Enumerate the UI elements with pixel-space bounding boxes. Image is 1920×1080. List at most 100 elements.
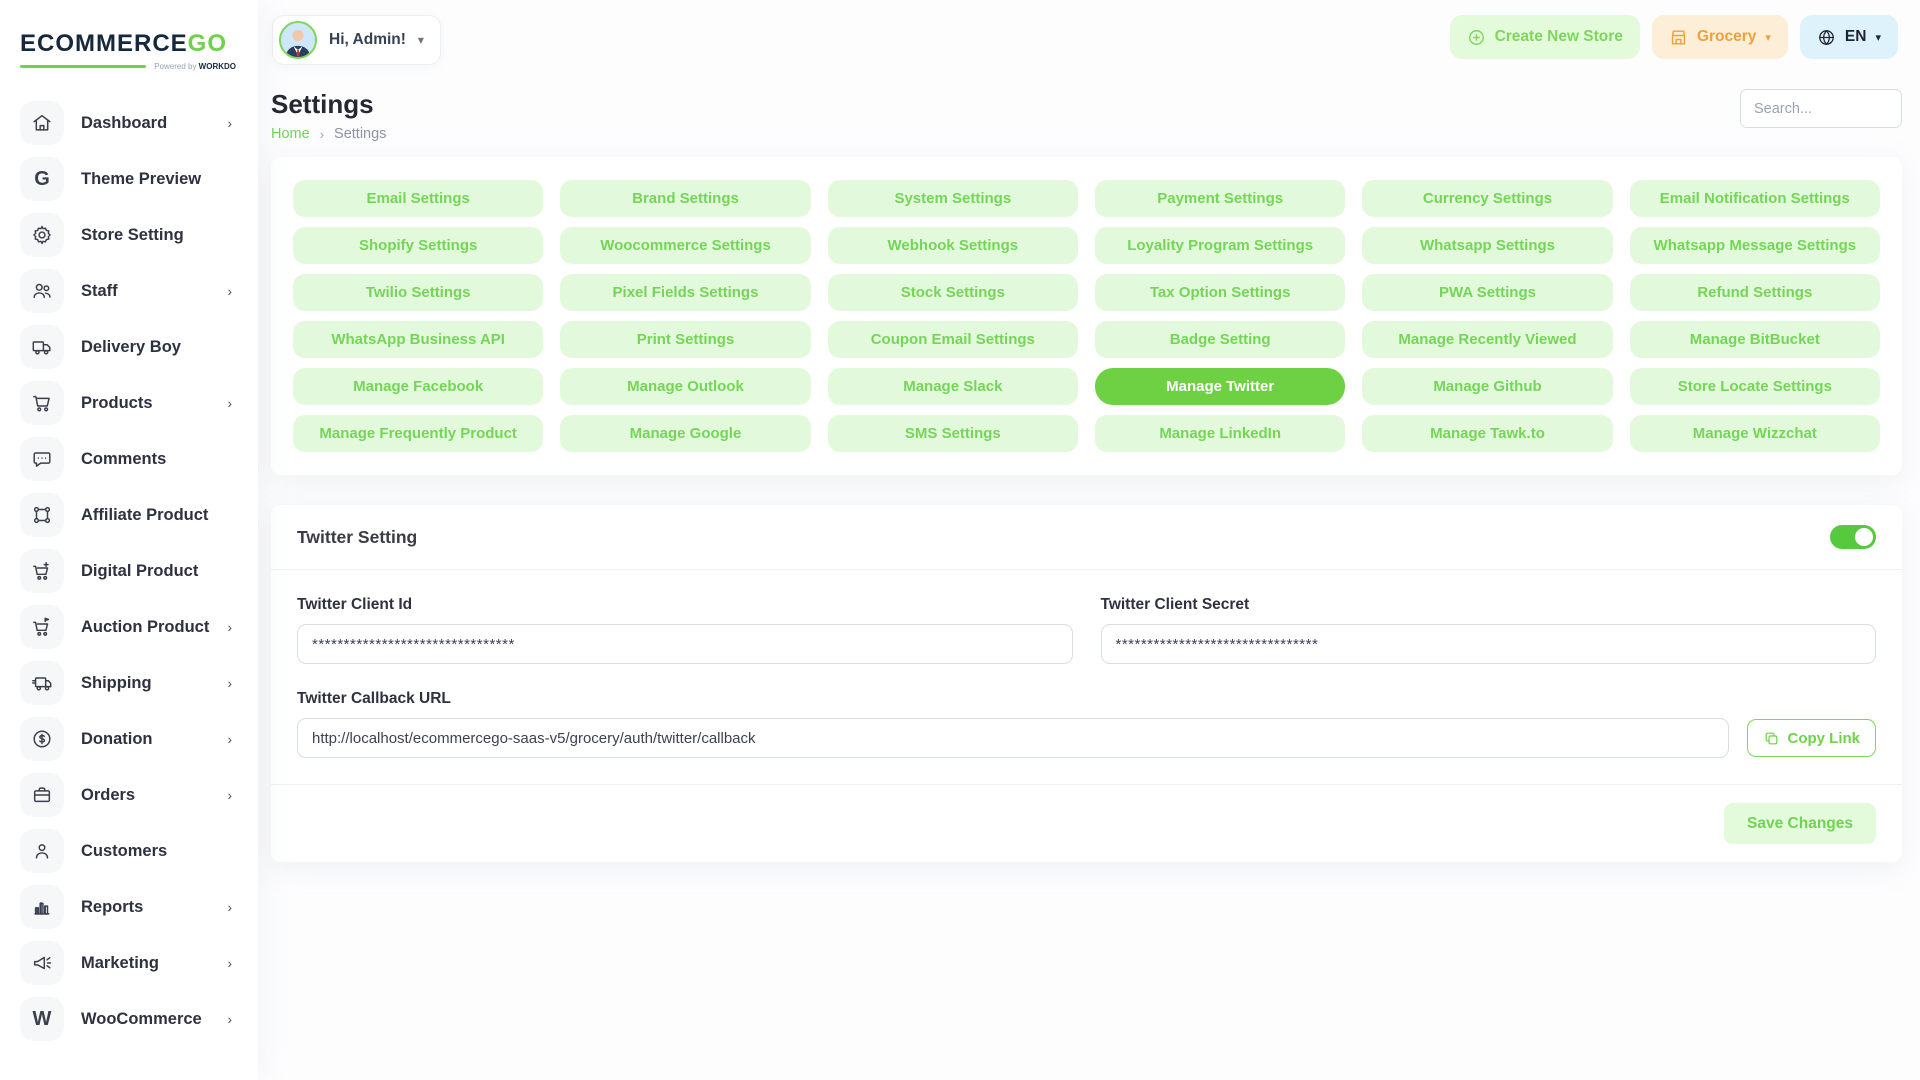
user-menu[interactable]: Hi, Admin! ▾	[272, 15, 441, 65]
settings-tab-manage-linkedin[interactable]: Manage LinkedIn	[1095, 415, 1345, 452]
sidebar-item-customers[interactable]: Customers	[0, 823, 258, 879]
breadcrumb-separator: ›	[320, 127, 324, 142]
sidebar-item-affiliate-product[interactable]: Affiliate Product	[0, 487, 258, 543]
settings-tab-manage-recently-viewed[interactable]: Manage Recently Viewed	[1362, 321, 1612, 358]
breadcrumb-current: Settings	[334, 126, 386, 142]
page-title: Settings	[271, 89, 386, 120]
language-label: EN	[1845, 28, 1867, 46]
settings-tab-whatsapp-settings[interactable]: Whatsapp Settings	[1362, 227, 1612, 264]
sidebar-item-comments[interactable]: Comments	[0, 431, 258, 487]
sidebar-item-orders[interactable]: Orders ›	[0, 767, 258, 823]
settings-tab-brand-settings[interactable]: Brand Settings	[560, 180, 810, 217]
sidebar-item-dashboard[interactable]: Dashboard ›	[0, 95, 258, 151]
copy-link-button[interactable]: Copy Link	[1747, 719, 1876, 757]
settings-tab-woocommerce-settings[interactable]: Woocommerce Settings	[560, 227, 810, 264]
settings-tab-sms-settings[interactable]: SMS Settings	[828, 415, 1078, 452]
users-icon	[20, 269, 64, 313]
theme-preview-icon: G	[20, 157, 64, 201]
chevron-right-icon: ›	[227, 1011, 232, 1027]
settings-tab-tax-option-settings[interactable]: Tax Option Settings	[1095, 274, 1345, 311]
breadcrumb-home-link[interactable]: Home	[271, 126, 310, 142]
search-input[interactable]	[1740, 89, 1902, 128]
settings-tab-manage-google[interactable]: Manage Google	[560, 415, 810, 452]
settings-tab-manage-github[interactable]: Manage Github	[1362, 368, 1612, 405]
settings-tab-payment-settings[interactable]: Payment Settings	[1095, 180, 1345, 217]
brand-logo[interactable]: ECOMMERCEGO Powered by WORKDO	[0, 22, 258, 89]
save-changes-button[interactable]: Save Changes	[1724, 803, 1876, 844]
settings-tab-manage-slack[interactable]: Manage Slack	[828, 368, 1078, 405]
sidebar-item-label: WooCommerce	[81, 1010, 202, 1029]
language-selector-button[interactable]: EN ▾	[1800, 15, 1898, 59]
sidebar-item-marketing[interactable]: Marketing ›	[0, 935, 258, 991]
settings-tab-manage-outlook[interactable]: Manage Outlook	[560, 368, 810, 405]
settings-tab-coupon-email-settings[interactable]: Coupon Email Settings	[828, 321, 1078, 358]
settings-tab-loyality-program-settings[interactable]: Loyality Program Settings	[1095, 227, 1345, 264]
settings-tab-twilio-settings[interactable]: Twilio Settings	[293, 274, 543, 311]
shipping-truck-icon	[20, 661, 64, 705]
settings-tab-email-notification-settings[interactable]: Email Notification Settings	[1630, 180, 1880, 217]
sidebar-item-reports[interactable]: Reports ›	[0, 879, 258, 935]
sidebar-item-products[interactable]: Products ›	[0, 375, 258, 431]
settings-tab-whatsapp-business-api[interactable]: WhatsApp Business API	[293, 321, 543, 358]
callback-url-input[interactable]	[297, 718, 1729, 758]
settings-tab-manage-frequently-product[interactable]: Manage Frequently Product	[293, 415, 543, 452]
sidebar-item-label: Affiliate Product	[81, 506, 208, 525]
settings-tab-pwa-settings[interactable]: PWA Settings	[1362, 274, 1612, 311]
settings-tab-manage-wizzchat[interactable]: Manage Wizzchat	[1630, 415, 1880, 452]
store-selector-button[interactable]: Grocery ▾	[1652, 15, 1788, 59]
sidebar-item-shipping[interactable]: Shipping ›	[0, 655, 258, 711]
sidebar-item-digital-product[interactable]: Digital Product	[0, 543, 258, 599]
sidebar-item-label: Donation	[81, 730, 153, 749]
settings-tab-refund-settings[interactable]: Refund Settings	[1630, 274, 1880, 311]
settings-tab-whatsapp-message-settings[interactable]: Whatsapp Message Settings	[1630, 227, 1880, 264]
home-icon	[20, 101, 64, 145]
settings-tab-manage-twitter[interactable]: Manage Twitter	[1095, 368, 1345, 405]
settings-tab-manage-bitbucket[interactable]: Manage BitBucket	[1630, 321, 1880, 358]
sidebar-item-staff[interactable]: Staff ›	[0, 263, 258, 319]
sidebar-item-woocommerce[interactable]: W WooCommerce ›	[0, 991, 258, 1047]
client-secret-input[interactable]	[1101, 624, 1877, 664]
settings-tab-email-settings[interactable]: Email Settings	[293, 180, 543, 217]
panel-body: Twitter Client Id Twitter Client Secret …	[271, 570, 1902, 784]
settings-tab-store-locate-settings[interactable]: Store Locate Settings	[1630, 368, 1880, 405]
breadcrumb: Home › Settings	[271, 126, 386, 142]
settings-tab-currency-settings[interactable]: Currency Settings	[1362, 180, 1612, 217]
sidebar-item-store-setting[interactable]: Store Setting	[0, 207, 258, 263]
chevron-down-icon: ▾	[418, 33, 424, 47]
sidebar-item-label: Store Setting	[81, 226, 184, 245]
settings-tab-shopify-settings[interactable]: Shopify Settings	[293, 227, 543, 264]
client-secret-field-group: Twitter Client Secret	[1101, 596, 1877, 664]
client-id-input[interactable]	[297, 624, 1073, 664]
sidebar-item-theme-preview[interactable]: G Theme Preview	[0, 151, 258, 207]
sidebar-item-label: Dashboard	[81, 114, 167, 133]
cart-flag-icon	[20, 605, 64, 649]
settings-tab-print-settings[interactable]: Print Settings	[560, 321, 810, 358]
sidebar-item-auction-product[interactable]: Auction Product ›	[0, 599, 258, 655]
brand-tagline: Powered by WORKDO	[20, 62, 236, 71]
create-new-store-button[interactable]: Create New Store	[1450, 15, 1640, 59]
settings-tab-pixel-fields-settings[interactable]: Pixel Fields Settings	[560, 274, 810, 311]
sidebar-item-delivery-boy[interactable]: Delivery Boy	[0, 319, 258, 375]
sidebar-item-label: Auction Product	[81, 618, 209, 637]
sidebar-nav: Dashboard › G Theme Preview Store Settin…	[0, 95, 258, 1047]
settings-tab-manage-facebook[interactable]: Manage Facebook	[293, 368, 543, 405]
settings-tab-stock-settings[interactable]: Stock Settings	[828, 274, 1078, 311]
settings-tab-manage-tawk-to[interactable]: Manage Tawk.to	[1362, 415, 1612, 452]
settings-tab-system-settings[interactable]: System Settings	[828, 180, 1078, 217]
sidebar-item-donation[interactable]: Donation ›	[0, 711, 258, 767]
settings-tab-badge-setting[interactable]: Badge Setting	[1095, 321, 1345, 358]
briefcase-icon	[20, 773, 64, 817]
chevron-right-icon: ›	[227, 731, 232, 747]
sidebar-item-label: Digital Product	[81, 562, 198, 581]
store-selector-label: Grocery	[1697, 28, 1756, 46]
sidebar-item-label: Comments	[81, 450, 166, 469]
gear-icon	[20, 213, 64, 257]
create-new-store-label: Create New Store	[1495, 28, 1623, 46]
settings-tab-webhook-settings[interactable]: Webhook Settings	[828, 227, 1078, 264]
twitter-setting-toggle[interactable]	[1830, 525, 1876, 549]
toggle-knob	[1855, 528, 1873, 546]
person-icon	[20, 829, 64, 873]
plus-circle-icon	[1467, 28, 1486, 47]
main-content: Settings Home › Settings Email Settings B…	[258, 65, 1920, 862]
client-id-label: Twitter Client Id	[297, 596, 1073, 614]
